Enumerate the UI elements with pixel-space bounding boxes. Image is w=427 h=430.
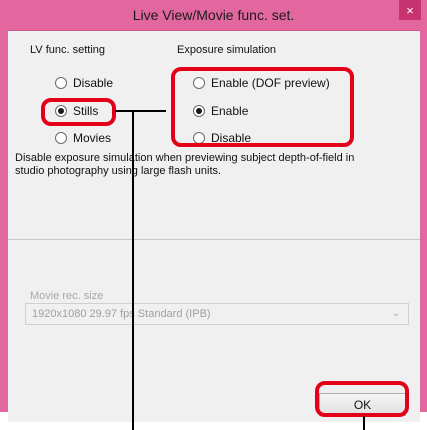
close-icon: × [406,2,414,18]
radio-icon [193,105,205,117]
exposure-option-enable-dof-label: Enable (DOF preview) [211,76,330,90]
window-title: Live View/Movie func. set. [132,7,295,23]
movie-rec-size-value: 1920x1080 29.97 fps Standard (IPB) [32,308,211,320]
lv-option-movies-label: Movies [73,131,112,145]
lv-radio-disable[interactable]: Disable [55,75,113,91]
exposure-radio-disable[interactable]: Disable [193,130,251,146]
exposure-option-enable-label: Enable [211,104,249,118]
close-button[interactable]: × [399,0,421,20]
ok-button[interactable]: OK [319,393,406,416]
radio-icon [55,77,67,89]
separator [8,239,420,240]
lv-option-disable-label: Disable [73,76,114,90]
chevron-down-icon: ⌄ [391,308,400,319]
movie-rec-size-label: Movie rec. size [30,290,104,302]
exposure-option-disable-label: Disable [211,131,252,145]
lv-radio-movies[interactable]: Movies [55,130,111,146]
radio-icon [55,105,67,117]
exposure-simulation-label: Exposure simulation [177,44,277,56]
exposure-radio-enable[interactable]: Enable [193,103,248,119]
callout-line-vertical-right [363,416,365,430]
lv-func-setting-label: LV func. setting [30,44,106,56]
radio-icon [193,77,205,89]
title-bar[interactable]: Live View/Movie func. set. × [0,0,427,30]
callout-line-vertical-left [132,110,134,430]
dialog-window: Live View/Movie func. set. × LV func. se… [0,0,427,422]
radio-icon [193,132,205,144]
callout-line-horizontal [115,110,166,112]
description-text: Disable exposure simulation when preview… [15,152,355,177]
radio-icon [55,132,67,144]
dialog-client-area: LV func. setting Disable Stills Movies E… [8,30,420,422]
lv-radio-stills[interactable]: Stills [55,103,98,119]
exposure-radio-enable-dof[interactable]: Enable (DOF preview) [193,75,330,91]
lv-option-stills-label: Stills [73,104,99,118]
movie-rec-size-select: 1920x1080 29.97 fps Standard (IPB) ⌄ [25,303,409,325]
